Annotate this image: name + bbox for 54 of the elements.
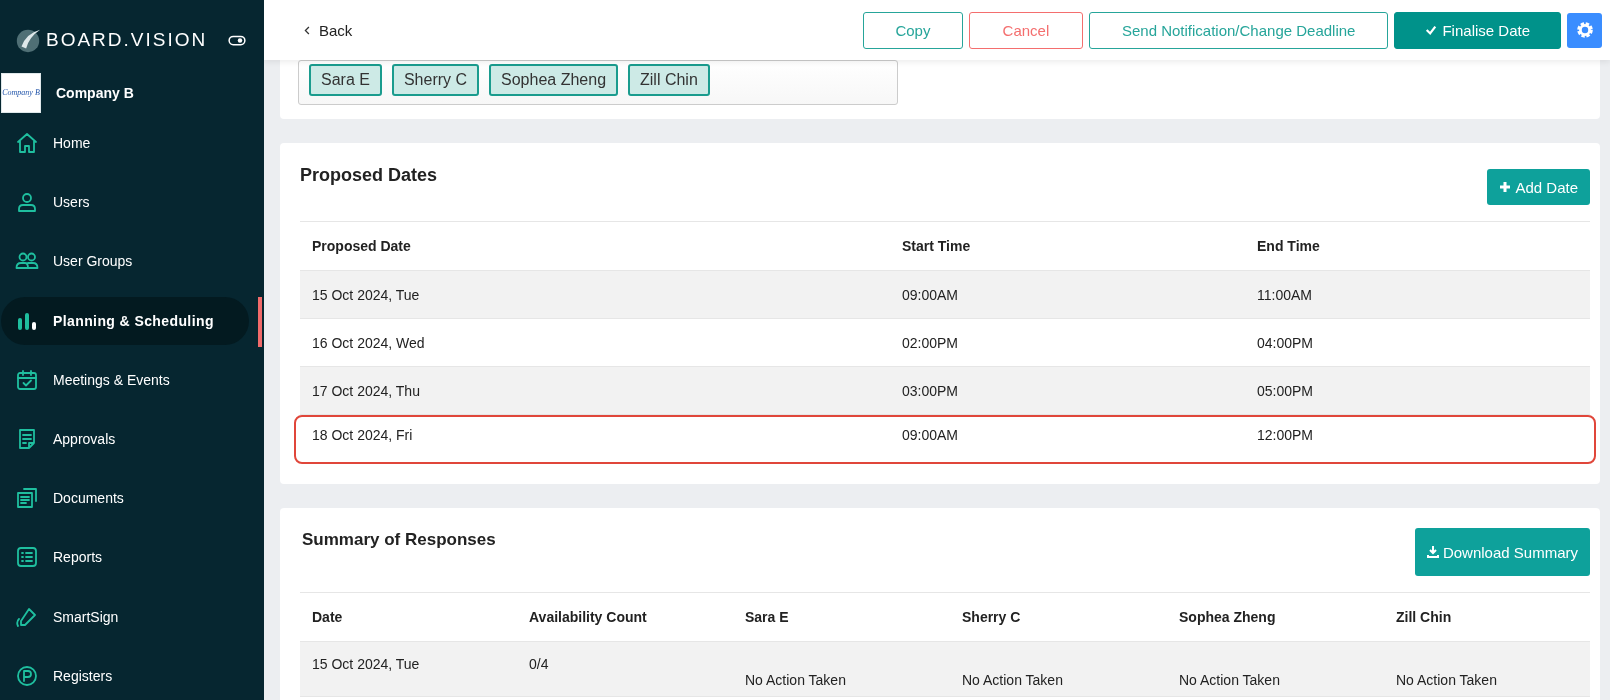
table-cell: No Action Taken (733, 642, 950, 697)
sidebar-item[interactable]: Registers (1, 651, 249, 700)
table-cell: No Action Taken (950, 642, 1167, 697)
check-icon (1425, 24, 1438, 36)
table-cell-text: 12:00PM (1256, 426, 1315, 445)
home-icon (15, 131, 39, 155)
download-icon (1426, 546, 1439, 558)
table-cell: 15 Oct 2024, Tue (300, 642, 517, 697)
sidebar-item[interactable]: Home (1, 118, 249, 168)
company-logo-text: Company B (2, 88, 40, 98)
table-row[interactable]: 17 Oct 2024, Thu 03:00PM 05:00PM (300, 367, 1590, 415)
user-icon (15, 190, 39, 215)
settings-button[interactable] (1567, 12, 1602, 48)
section-title: Summary of Responses (302, 530, 496, 550)
sidebar-item[interactable]: Users (1, 178, 249, 227)
back-link[interactable]: Back (304, 21, 353, 39)
table-cell-text: 16 Oct 2024, Wed (311, 333, 426, 353)
sidebar-item[interactable]: SmartSign (1, 592, 249, 641)
toggle-icon (228, 34, 246, 46)
table-cell-text: 03:00PM (901, 381, 960, 401)
table-cell-text: 17 Oct 2024, Thu (311, 381, 421, 401)
table-cell-text: 09:00AM (901, 426, 960, 445)
table-cell-text: 04:00PM (1256, 333, 1315, 353)
selected-row[interactable]: 18 Oct 2024, Fri 09:00AM 12:00PM (294, 415, 1596, 464)
chevron-left-icon (304, 24, 311, 36)
participant-tag: Zill Chin (628, 64, 710, 96)
section-title: Proposed Dates (300, 165, 438, 186)
table-cell-text: 15 Oct 2024, Tue (311, 285, 421, 305)
calendar-icon (15, 367, 39, 392)
sidebar-item[interactable]: Documents (1, 474, 249, 523)
participant-tag: Sophea Zheng (489, 64, 619, 96)
header-button[interactable]: Finalise Date (1394, 11, 1561, 49)
table-cell-text: 18 Oct 2024, Fri (311, 426, 414, 445)
table-row[interactable]: 15 Oct 2024, Tue 09:00AM 11:00AM (300, 271, 1590, 319)
company-name: Company B (56, 84, 134, 101)
table-cell-text: 02:00PM (901, 333, 960, 353)
sidebar-item[interactable]: User Groups (1, 237, 249, 286)
register-icon (15, 663, 39, 688)
plus-icon (1499, 181, 1512, 193)
table-cell-text: 09:00AM (901, 285, 960, 305)
sidebar-item[interactable]: Approvals (1, 414, 249, 464)
table-cell-text: 05:00PM (1256, 381, 1315, 401)
sidebar-item[interactable]: Reports (1, 533, 249, 582)
table-cell: No Action Taken (1167, 642, 1384, 697)
documents-icon (15, 486, 39, 511)
participant-tag: Sherry C (391, 64, 480, 96)
table-cell: 0/4 (517, 642, 733, 697)
participant-tag: Sara E (309, 64, 382, 96)
sidebar-item[interactable]: Meetings & Events (1, 355, 249, 404)
list-icon (15, 545, 39, 570)
brand-name: BOARD.VISION (46, 29, 209, 52)
active-indicator (258, 296, 262, 347)
table-cell: No Action Taken (1384, 642, 1590, 697)
table-cell-text: 11:00AM (1256, 285, 1313, 305)
